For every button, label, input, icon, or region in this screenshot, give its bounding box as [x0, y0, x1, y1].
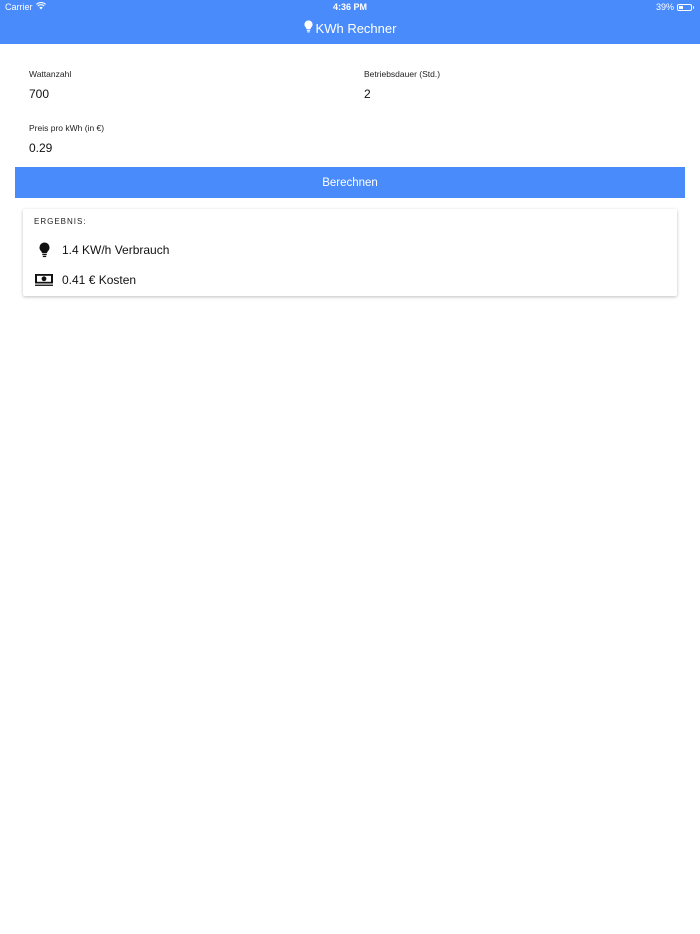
battery-icon	[677, 3, 694, 11]
result-consumption-row: 1.4 KW/h Verbrauch	[34, 242, 169, 258]
app-header: Carrier 4:36 PM 39% KWh Rechner	[0, 0, 700, 44]
duration-label: Betriebsdauer (Std.)	[364, 69, 441, 79]
lightbulb-icon	[34, 242, 54, 258]
calculate-button[interactable]: Berechnen	[15, 167, 685, 198]
duration-input[interactable]	[364, 87, 664, 101]
result-cost-row: 0.41 € Kosten	[34, 273, 136, 287]
page-title-text: KWh Rechner	[315, 20, 397, 36]
status-time: 4:36 PM	[332, 2, 367, 12]
result-consumption-text: 1.4 KW/h Verbrauch	[62, 243, 170, 257]
watt-label: Wattanzahl	[29, 69, 72, 79]
battery-fill	[679, 5, 684, 9]
result-card: ERGEBNIS: 1.4 KW/h Verbrauch 0.41 € Kost…	[23, 209, 677, 296]
result-cost-text: 0.41 € Kosten	[62, 273, 137, 287]
watt-input[interactable]	[29, 87, 329, 101]
page-title: KWh Rechner	[0, 20, 700, 36]
status-right: 39%	[655, 2, 694, 12]
battery-percent: 39%	[655, 2, 674, 12]
price-input[interactable]	[29, 141, 329, 155]
status-bar: Carrier 4:36 PM 39%	[0, 0, 700, 14]
money-icon	[34, 274, 54, 286]
lightbulb-icon	[303, 20, 313, 36]
result-title: ERGEBNIS:	[34, 217, 87, 226]
price-label: Preis pro kWh (in €)	[29, 123, 105, 133]
